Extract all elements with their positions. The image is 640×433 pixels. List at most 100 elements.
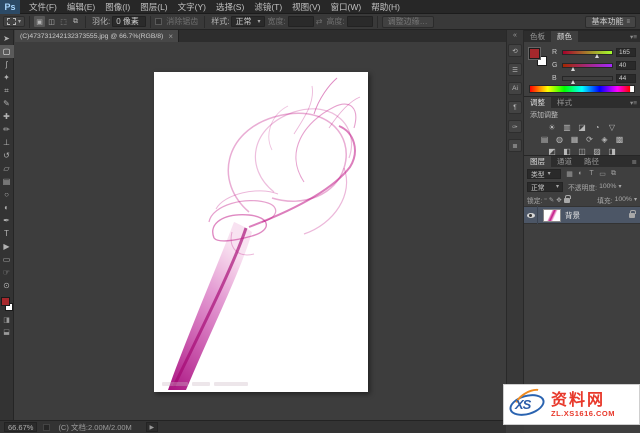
adjustment-icon[interactable]: ☀ — [547, 123, 558, 132]
green-value-input[interactable]: 40 — [616, 61, 636, 70]
adjustment-icon[interactable]: ▥ — [562, 123, 573, 132]
brush-tool-icon[interactable]: ✏ — [0, 123, 14, 136]
adjustment-icon[interactable]: ▽ — [607, 123, 618, 132]
adjustment-icon[interactable]: ⟳ — [584, 135, 595, 144]
toolbar-mode-icon[interactable]: ⬓ — [0, 326, 14, 338]
tab-layers[interactable]: 图层 — [524, 155, 551, 168]
hand-tool-icon[interactable]: ☞ — [0, 266, 14, 279]
move-tool-icon[interactable]: ➤ — [0, 32, 14, 45]
slider-handle[interactable] — [570, 67, 575, 71]
tab-adjustments[interactable]: 调整 — [524, 96, 551, 109]
layer-filter-select[interactable]: 类型 ▾ — [527, 168, 561, 179]
adjustment-icon[interactable]: ◪ — [577, 123, 588, 132]
shape-tool-icon[interactable]: ▭ — [0, 253, 14, 266]
layer-filter-icon[interactable]: ◐ — [576, 170, 585, 178]
blur-tool-icon[interactable]: ○ — [0, 188, 14, 201]
layer-filter-icon[interactable]: ⧉ — [609, 170, 618, 178]
path-selection-tool-icon[interactable]: ▶ — [0, 240, 14, 253]
panel-dock-icon[interactable]: ⟲ — [508, 44, 522, 57]
green-slider[interactable] — [562, 63, 613, 71]
chevron-down-icon[interactable]: ▾ — [618, 183, 621, 190]
menu-item[interactable]: 图层(L) — [135, 0, 172, 14]
slider-handle[interactable] — [594, 54, 599, 58]
panel-dock-icon[interactable]: ¶ — [508, 101, 522, 114]
panel-dock-icon[interactable]: ✑ — [508, 120, 522, 133]
color-swatches[interactable] — [0, 296, 14, 314]
zoom-level-input[interactable]: 66.67% — [4, 422, 38, 432]
red-slider[interactable] — [562, 50, 613, 58]
menu-item[interactable]: 窗口(W) — [326, 0, 367, 14]
lock-option-icon[interactable]: ▫ — [544, 196, 546, 203]
canvas[interactable] — [154, 72, 368, 392]
layer-thumbnail[interactable] — [543, 208, 561, 222]
quick-selection-tool-icon[interactable]: ✦ — [0, 71, 14, 84]
fill-value[interactable]: 100% — [615, 196, 632, 203]
eyedropper-tool-icon[interactable]: ✎ — [0, 97, 14, 110]
menu-item[interactable]: 滤镜(T) — [249, 0, 287, 14]
adjustment-icon[interactable]: ◩ — [547, 147, 558, 156]
panel-menu-icon[interactable]: ▾≡ — [630, 99, 640, 107]
status-menu-arrow-icon[interactable]: ▶ — [145, 422, 158, 432]
selection-mode-icon[interactable]: ⬚ — [58, 16, 69, 27]
lasso-tool-icon[interactable]: ʃ — [0, 58, 14, 71]
menu-item[interactable]: 选择(S) — [211, 0, 249, 14]
adjustment-icon[interactable]: ◔ — [592, 123, 603, 132]
clone-stamp-tool-icon[interactable]: ⊥ — [0, 136, 14, 149]
type-tool-icon[interactable]: T — [0, 227, 14, 240]
swap-dimensions-icon[interactable]: ⇄ — [316, 17, 323, 26]
lock-option-icon[interactable]: ✥ — [556, 196, 561, 204]
selection-mode-icon[interactable]: ◫ — [46, 16, 57, 27]
close-icon[interactable]: × — [168, 32, 173, 41]
menu-item[interactable]: 视图(V) — [287, 0, 325, 14]
adjustment-icon[interactable]: ◈ — [599, 135, 610, 144]
pen-tool-icon[interactable]: ✒ — [0, 214, 14, 227]
layer-row-background[interactable]: 背景 — [524, 206, 640, 224]
width-input[interactable] — [287, 16, 314, 27]
panel-menu-icon[interactable]: ≣ — [632, 158, 640, 166]
crop-tool-icon[interactable]: ⌗ — [0, 84, 14, 97]
tab-channels[interactable]: 通道 — [551, 156, 578, 168]
visibility-cell[interactable] — [524, 206, 538, 224]
slider-handle[interactable] — [571, 80, 576, 84]
foreground-color-swatch[interactable] — [529, 48, 540, 59]
layer-filter-icon[interactable]: T — [587, 170, 596, 178]
adjustment-icon[interactable]: ◫ — [577, 147, 588, 156]
panel-dock-icon[interactable]: ☰ — [508, 63, 522, 76]
gradient-tool-icon[interactable]: ▤ — [0, 175, 14, 188]
menu-item[interactable]: 文字(Y) — [173, 0, 211, 14]
collapse-panels-icon[interactable]: « — [513, 30, 517, 41]
healing-brush-tool-icon[interactable]: ✚ — [0, 110, 14, 123]
feather-input[interactable]: 0 像素 — [112, 16, 147, 27]
style-select[interactable]: 正常 ▾ — [231, 16, 266, 27]
panel-dock-icon[interactable]: Ai — [508, 82, 522, 95]
selection-mode-icon[interactable]: ⧉ — [70, 16, 81, 27]
menu-item[interactable]: 文件(F) — [24, 0, 62, 14]
red-value-input[interactable]: 165 — [616, 48, 636, 57]
zoom-tool-icon[interactable]: ⊙ — [0, 279, 14, 292]
lock-option-icon[interactable]: ✎ — [549, 196, 554, 204]
history-brush-tool-icon[interactable]: ↺ — [0, 149, 14, 162]
adjustment-icon[interactable]: ▩ — [614, 135, 625, 144]
rect-marquee-tool-icon[interactable]: ▢ — [0, 45, 14, 58]
color-spectrum-ramp[interactable] — [529, 85, 635, 93]
foreground-color-swatch[interactable] — [0, 297, 10, 306]
workspace-switcher-button[interactable]: 基本功能 ≡ — [585, 15, 636, 28]
blue-slider[interactable] — [562, 76, 613, 84]
menu-item[interactable]: 图像(I) — [100, 0, 135, 14]
panel-menu-icon[interactable]: ▾≡ — [630, 33, 640, 41]
lock-all-icon[interactable] — [563, 195, 571, 203]
selection-mode-icon[interactable]: ▣ — [34, 16, 46, 27]
dodge-tool-icon[interactable]: ◐ — [0, 201, 14, 214]
anti-alias-checkbox[interactable] — [155, 18, 163, 25]
tab-color[interactable]: 颜色 — [551, 30, 578, 43]
tab-swatches[interactable]: 色板 — [524, 31, 551, 43]
toolbar-mode-icon[interactable]: ◨ — [0, 314, 14, 326]
adjustment-icon[interactable]: ▨ — [592, 147, 603, 156]
adjustment-icon[interactable]: ▦ — [569, 135, 580, 144]
menu-item[interactable]: 帮助(H) — [366, 0, 405, 14]
blue-value-input[interactable]: 44 — [616, 74, 636, 83]
layer-filter-icon[interactable]: ▭ — [598, 170, 607, 178]
panel-dock-icon[interactable]: ≣ — [508, 139, 522, 152]
height-input[interactable] — [346, 16, 373, 27]
tab-paths[interactable]: 路径 — [578, 156, 605, 168]
